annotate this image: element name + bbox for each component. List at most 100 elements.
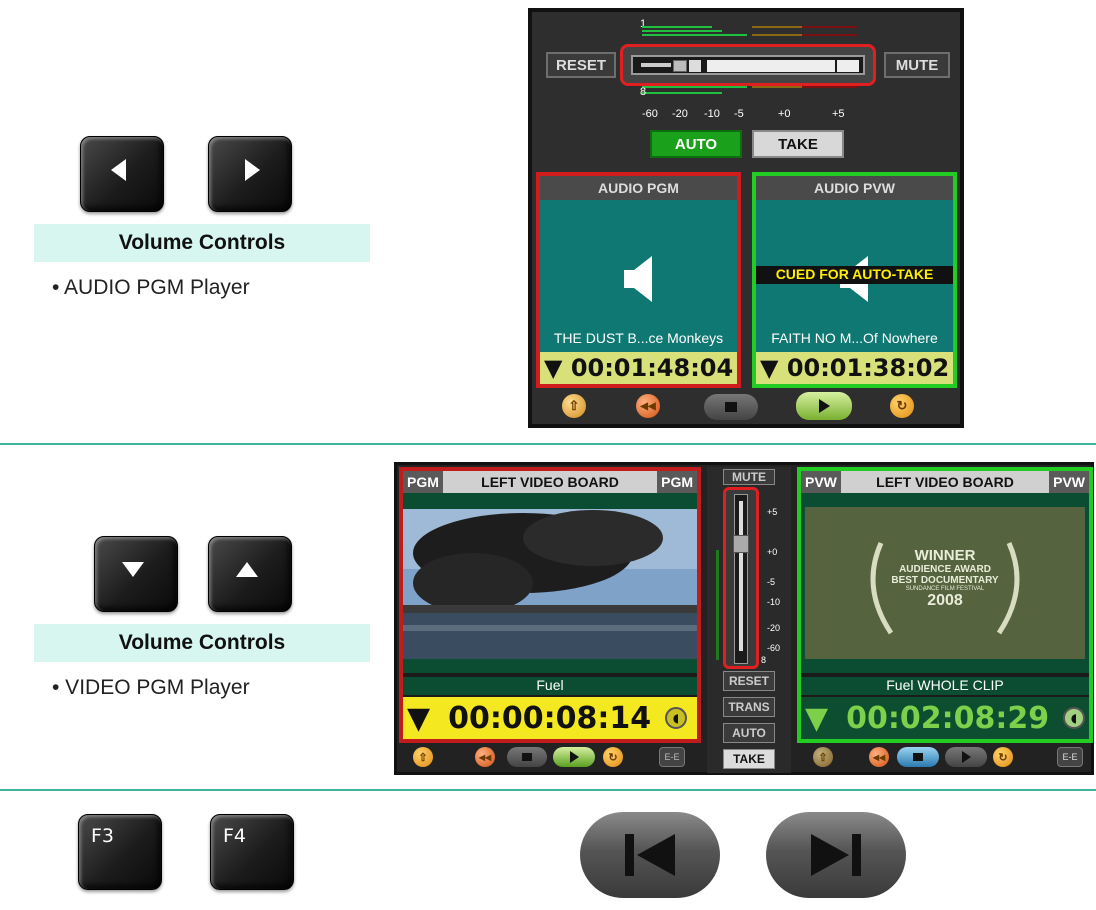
audio-panel: 1 RESET MUTE 8 -60 -20 -10 -5 +0 +5 AUTO… <box>528 8 964 428</box>
volume-slider-highlight <box>620 44 876 86</box>
right-arrow-key <box>208 136 292 212</box>
right-arrow-icon <box>244 159 260 181</box>
section-divider <box>0 789 1096 791</box>
take-button[interactable]: TAKE <box>752 130 844 158</box>
video-pvw-player: PVW LEFT VIDEO BOARD PVW WINNER AUDIENCE… <box>797 467 1093 743</box>
f4-key: F4 <box>210 814 294 890</box>
audio-pgm-player: AUDIO PGM THE DUST B...ce Monkeys ▼ 00:0… <box>536 172 741 388</box>
pvw-tag: PVW <box>1049 471 1089 493</box>
audio-pgm-timecode: ▼ 00:01:48:04 <box>540 352 737 384</box>
level-meter-bottom <box>642 84 857 96</box>
down-triangle-icon: ▼ <box>805 700 829 736</box>
next-track-button[interactable] <box>766 812 906 898</box>
volume-slider-thumb[interactable] <box>673 60 687 72</box>
eject-button[interactable]: ⇧ <box>562 394 586 418</box>
stop-button[interactable] <box>897 747 939 767</box>
ee-button[interactable]: E-E <box>1057 747 1083 767</box>
poster-award: AUDIENCE AWARD <box>899 564 991 575</box>
loop-button[interactable]: ↻ <box>603 747 623 767</box>
play-icon <box>569 751 579 763</box>
play-button[interactable] <box>796 392 852 420</box>
video-mixer: MUTE +5 +0 -5 -10 -20 -60 8 RESET TRANS … <box>707 467 791 773</box>
video-pvw-transport: ⇧ ◀◀ ↻ E-E <box>803 747 1093 771</box>
audio-pgm-display: THE DUST B...ce Monkeys <box>540 200 737 352</box>
play-icon <box>961 751 971 763</box>
auto-button[interactable]: AUTO <box>650 130 742 158</box>
mixer-auto-button[interactable]: AUTO <box>723 723 775 743</box>
video-fader-track[interactable] <box>733 494 749 664</box>
rewind-button[interactable]: ◀◀ <box>475 747 495 767</box>
level-meter-top <box>642 24 857 36</box>
skip-next-icon <box>811 834 861 876</box>
mixer-mute-button[interactable]: MUTE <box>723 469 775 485</box>
scale-tick: -20 <box>672 108 688 120</box>
rewind-button[interactable]: ◀◀ <box>636 394 660 418</box>
stop-icon <box>725 402 737 412</box>
scale-tick: +5 <box>832 108 845 120</box>
video-pvw-timecode-bar: ▼ 00:02:08:29 ◖ <box>801 697 1089 739</box>
down-arrow-key <box>94 536 178 612</box>
mute-button[interactable]: MUTE <box>884 52 950 78</box>
video-pvw-clip-name: Fuel WHOLE CLIP <box>801 677 1089 695</box>
poster-year: 2008 <box>927 592 963 609</box>
f3-key: F3 <box>78 814 162 890</box>
eject-icon: ⇧ <box>818 751 828 764</box>
left-arrow-key <box>80 136 164 212</box>
video-pvw-title: LEFT VIDEO BOARD <box>840 471 1050 493</box>
video-pgm-clip-name: Fuel <box>403 677 697 695</box>
eject-button[interactable]: ⇧ <box>413 747 433 767</box>
video-panel: PGM LEFT VIDEO BOARD PGM Fuel ▼ 00:00:08… <box>394 462 1094 775</box>
fader-tick: -10 <box>767 597 781 607</box>
ee-button[interactable]: E-E <box>659 747 685 767</box>
rewind-button[interactable]: ◀◀ <box>869 747 889 767</box>
scale-tick: +0 <box>778 108 791 120</box>
scale-tick: -5 <box>734 108 744 120</box>
audio-pgm-header: AUDIO PGM <box>540 176 737 200</box>
play-button[interactable] <box>553 747 595 767</box>
audio-pvw-header: AUDIO PVW <box>756 176 953 200</box>
video-fader-thumb[interactable] <box>733 535 749 553</box>
volume-slider-track[interactable] <box>631 55 865 75</box>
previous-track-button[interactable] <box>580 812 720 898</box>
video-pgm-transport: ⇧ ◀◀ ↻ E-E <box>403 747 703 771</box>
audio-pgm-clip-name: THE DUST B...ce Monkeys <box>553 330 724 346</box>
meter-bottom-label: 8 <box>640 86 647 98</box>
video-frame-smoke <box>403 493 697 673</box>
rewind-icon: ◀◀ <box>478 752 492 762</box>
mixer-reset-button[interactable]: RESET <box>723 671 775 691</box>
poster-winner: WINNER <box>914 547 976 564</box>
bullet-audio-pgm: • AUDIO PGM Player <box>52 276 250 299</box>
loop-icon: ↻ <box>608 751 618 764</box>
f4-key-label: F4 <box>223 825 247 847</box>
bullet-video-pgm: • VIDEO PGM Player <box>52 676 250 699</box>
video-pgm-title: LEFT VIDEO BOARD <box>442 471 658 493</box>
loop-icon: ↻ <box>998 751 1008 764</box>
up-arrow-key <box>208 536 292 612</box>
play-button[interactable] <box>945 747 987 767</box>
stop-button[interactable] <box>704 394 758 420</box>
stop-button[interactable] <box>507 747 547 767</box>
mixer-trans-button[interactable]: TRANS <box>723 697 775 717</box>
eject-button[interactable]: ⇧ <box>813 747 833 767</box>
loop-button[interactable]: ↻ <box>993 747 1013 767</box>
left-arrow-icon <box>110 159 126 181</box>
fader-tick: -60 <box>767 643 781 653</box>
video-pgm-header: PGM LEFT VIDEO BOARD PGM <box>403 471 697 493</box>
mixer-take-button[interactable]: TAKE <box>723 749 775 769</box>
scale-tick: -60 <box>642 108 658 120</box>
fader-tick: +5 <box>767 507 778 517</box>
f3-key-label: F3 <box>91 825 115 847</box>
audio-pvw-timecode: ▼ 00:01:38:02 <box>756 352 953 384</box>
scale-tick: -10 <box>704 108 720 120</box>
section-title-video: Volume Controls <box>34 624 370 662</box>
video-pgm-player: PGM LEFT VIDEO BOARD PGM Fuel ▼ 00:00:08… <box>399 467 701 743</box>
reset-button[interactable]: RESET <box>546 52 616 78</box>
pgm-tag: PGM <box>657 471 697 493</box>
mute-speaker-icon[interactable]: ◖ <box>665 707 688 729</box>
stop-icon <box>522 753 532 761</box>
loop-button[interactable]: ↻ <box>890 394 914 418</box>
speaker-icon[interactable]: ◖ <box>1063 707 1086 729</box>
video-pgm-timecode-bar: ▼ 00:00:08:14 ◖ <box>403 697 697 739</box>
rewind-icon: ◀◀ <box>640 400 656 412</box>
speaker-icon <box>624 256 652 302</box>
